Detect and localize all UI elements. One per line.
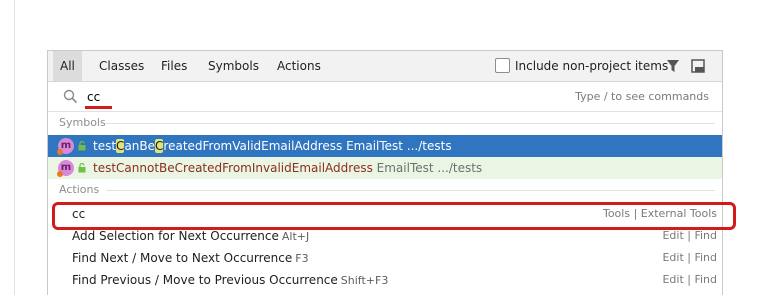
search-everywhere-popup: All Classes Files Symbols Actions Includ…	[47, 50, 723, 295]
search-annotation-underline	[85, 106, 112, 109]
search-icon	[63, 89, 78, 104]
section-title: Actions	[59, 183, 100, 196]
symbol-name: testCannotBeCreatedFromInvalidEmailAddre…	[93, 161, 483, 175]
editor-gutter	[0, 0, 15, 295]
action-label: Find Previous / Move to Previous Occurre…	[72, 273, 389, 287]
tab-classes[interactable]: Classes	[92, 51, 151, 81]
action-group: Edit | Find	[662, 251, 717, 264]
symbol-result-row[interactable]: m testCannotBeCreatedFromInvalidEmailAdd…	[48, 157, 722, 179]
action-row[interactable]: Find Previous / Move to Previous Occurre…	[48, 269, 722, 291]
search-input[interactable]	[87, 88, 287, 106]
action-shortcut: F3	[295, 252, 309, 265]
action-group: Edit | Find	[662, 273, 717, 286]
tab-actions[interactable]: Actions	[270, 51, 328, 81]
tab-bar: All Classes Files Symbols Actions Includ…	[48, 51, 722, 82]
action-shortcut: Shift+F3	[340, 274, 389, 287]
symbol-location: EmailTest .../tests	[342, 139, 452, 153]
symbol-location: EmailTest .../tests	[372, 161, 483, 175]
tab-files[interactable]: Files	[154, 51, 194, 81]
method-icon: m	[57, 138, 74, 155]
include-non-project-label: Include non-project items	[515, 59, 669, 73]
divider	[106, 190, 715, 191]
tab-symbols[interactable]: Symbols	[201, 51, 266, 81]
annotation-highlight-box	[52, 202, 736, 230]
action-label: Find Next / Move to Next Occurrence F3	[72, 251, 309, 265]
method-icon: m	[57, 160, 74, 177]
lock-icon	[78, 141, 86, 151]
search-row: Type / to see commands	[48, 82, 722, 112]
preview-panel-icon[interactable]	[691, 59, 705, 73]
include-non-project-checkbox[interactable]	[495, 58, 510, 73]
tab-all[interactable]: All	[53, 51, 82, 81]
search-hint: Type / to see commands	[575, 90, 709, 103]
symbols-section-header: Symbols	[48, 113, 722, 133]
section-title: Symbols	[59, 116, 106, 129]
symbol-name: testCanBeCreatedFromValidEmailAddress Em…	[93, 139, 452, 153]
lock-icon	[78, 163, 86, 173]
symbol-result-row[interactable]: m testCanBeCreatedFromValidEmailAddress …	[48, 135, 722, 157]
filter-icon[interactable]	[666, 59, 680, 73]
action-row[interactable]: Find Next / Move to Next Occurrence F3 Ed…	[48, 247, 722, 269]
action-shortcut: Alt+J	[281, 230, 310, 243]
divider	[106, 123, 715, 124]
actions-section-header: Actions	[48, 180, 722, 200]
